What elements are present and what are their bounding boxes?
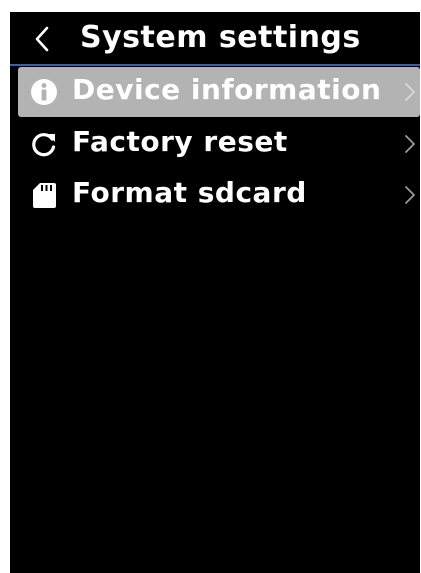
chevron-left-icon xyxy=(35,26,49,52)
page-title: System settings xyxy=(80,20,361,55)
reset-icon xyxy=(32,133,56,157)
header-divider xyxy=(10,64,420,66)
menu-item-label: Device information xyxy=(72,73,382,106)
menu-item-device-information[interactable]: Device information xyxy=(18,67,420,117)
chevron-right-icon xyxy=(405,135,415,153)
menu-item-format-sdcard[interactable]: Format sdcard xyxy=(18,170,420,220)
sdcard-icon xyxy=(33,183,56,208)
back-button[interactable] xyxy=(28,24,56,54)
device-screen: System settings Device information Facto… xyxy=(10,12,420,573)
menu-item-factory-reset[interactable]: Factory reset xyxy=(18,119,420,169)
header-bar: System settings xyxy=(10,12,420,64)
chevron-right-icon xyxy=(405,186,415,204)
chevron-right-icon xyxy=(405,83,415,101)
info-icon xyxy=(31,79,57,105)
menu-item-label: Factory reset xyxy=(72,125,288,158)
menu-item-label: Format sdcard xyxy=(72,176,307,209)
